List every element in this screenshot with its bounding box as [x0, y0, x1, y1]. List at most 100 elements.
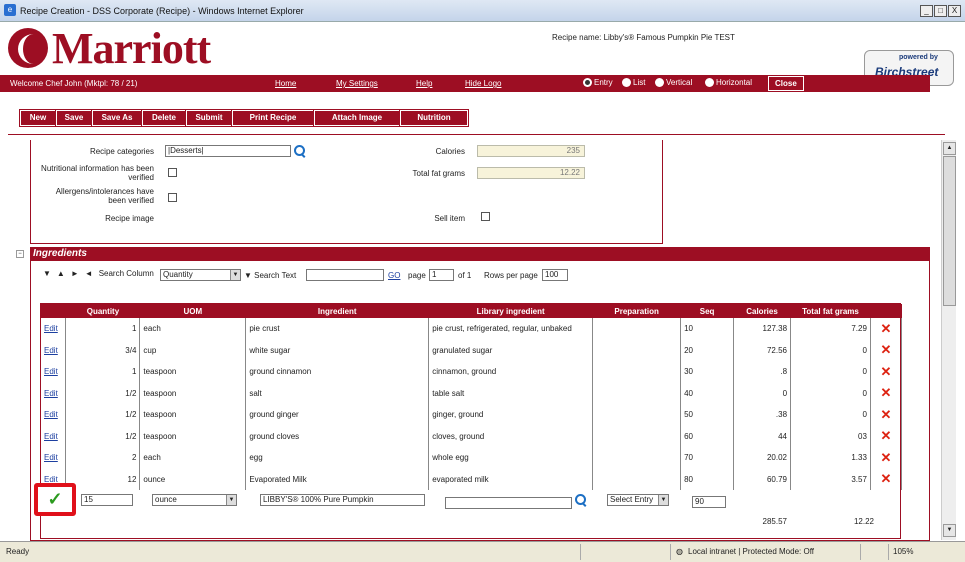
edit-link[interactable]: Edit	[44, 367, 58, 376]
page-input[interactable]: 1	[429, 269, 454, 281]
col-header	[41, 304, 66, 318]
quantity-cell: 12	[65, 468, 141, 490]
ingredient-cell: ground cinnamon	[245, 361, 430, 383]
library-ingredient-cell: cinnamon, ground	[428, 361, 594, 383]
first-page-icon[interactable]: ▼	[43, 269, 51, 278]
col-header-calories[interactable]: Calories	[733, 304, 791, 318]
view-horizontal-radio[interactable]: Horizontal	[705, 78, 752, 87]
edit-link[interactable]: Edit	[44, 453, 58, 462]
search-text-input[interactable]	[306, 269, 384, 281]
edit-link[interactable]: Edit	[44, 346, 58, 355]
uom-cell: teaspoon	[139, 382, 247, 404]
new-preparation-select[interactable]: Select Entry ▼	[607, 494, 669, 506]
scroll-down-icon[interactable]: ▼	[943, 524, 956, 537]
recipe-categories-field[interactable]: |Desserts|	[165, 145, 291, 157]
new-ingredient-input[interactable]: LIBBY'S® 100% Pure Pumpkin	[260, 494, 425, 506]
confirm-checkmark-icon[interactable]: ✓	[34, 483, 76, 516]
close-button[interactable]: Close	[768, 76, 804, 91]
calories-cell: 127.38	[733, 318, 792, 340]
library-ingredient-cell: table salt	[428, 382, 594, 404]
col-header-quantity[interactable]: Quantity	[65, 304, 140, 318]
view-vertical-radio[interactable]: Vertical	[655, 78, 692, 87]
table-row: Edit 2 each egg whole egg 70 20.02 1.33 …	[41, 447, 903, 469]
edit-link[interactable]: Edit	[44, 389, 58, 398]
help-link[interactable]: Help	[416, 79, 432, 88]
zoom-level[interactable]: 105%	[893, 547, 913, 556]
new-seq-input[interactable]: 90	[692, 496, 726, 508]
collapse-icon[interactable]: −	[16, 250, 24, 258]
dropdown-arrow-icon: ▼	[230, 270, 240, 280]
col-header-fat[interactable]: Total fat grams	[790, 304, 871, 318]
col-header-preparation[interactable]: Preparation	[592, 304, 681, 318]
home-link[interactable]: Home	[275, 79, 296, 88]
ingredients-section-header[interactable]: Ingredients	[30, 247, 930, 261]
delete-row-icon[interactable]: ✕	[870, 425, 903, 447]
library-search-icon[interactable]	[575, 494, 587, 506]
minimize-button[interactable]: _	[920, 5, 933, 17]
page-scrollbar[interactable]: ▲ ▼	[941, 140, 956, 540]
save-as-button[interactable]: Save As	[91, 109, 143, 127]
radio-icon	[622, 78, 631, 87]
table-row: Edit 3/4 cup white sugar granulated suga…	[41, 339, 903, 361]
new-button[interactable]: New	[19, 109, 57, 127]
edit-link[interactable]: Edit	[44, 324, 58, 333]
view-list-radio[interactable]: List	[622, 78, 645, 87]
nutrition-verified-checkbox[interactable]	[168, 168, 177, 177]
library-ingredient-cell: granulated sugar	[428, 339, 594, 361]
delete-row-icon[interactable]: ✕	[870, 339, 903, 361]
logo-text: Marriott	[52, 23, 211, 73]
hide-logo-link[interactable]: Hide Logo	[465, 79, 501, 88]
table-row: Edit 1 teaspoon ground cinnamon cinnamon…	[41, 361, 903, 383]
delete-row-icon[interactable]: ✕	[870, 318, 903, 340]
search-column-select[interactable]: Quantity ▼	[160, 269, 241, 281]
delete-button[interactable]: Delete	[141, 109, 187, 127]
delete-row-icon[interactable]: ✕	[870, 468, 903, 490]
quantity-cell: 2	[65, 447, 141, 469]
new-quantity-input[interactable]: 15	[81, 494, 133, 506]
edit-link[interactable]: Edit	[44, 410, 58, 419]
quantity-cell: 1	[65, 361, 141, 383]
col-header-uom[interactable]: UOM	[139, 304, 246, 318]
nutrition-button[interactable]: Nutrition	[399, 109, 469, 127]
edit-link[interactable]: Edit	[44, 432, 58, 441]
radio-selected-icon	[583, 78, 592, 87]
delete-row-icon[interactable]: ✕	[870, 361, 903, 383]
window-titlebar: e Recipe Creation - DSS Corporate (Recip…	[0, 0, 965, 22]
col-header-library[interactable]: Library ingredient	[428, 304, 593, 318]
delete-row-icon[interactable]: ✕	[870, 404, 903, 426]
rows-per-page-input[interactable]: 100	[542, 269, 568, 281]
print-recipe-button[interactable]: Print Recipe	[231, 109, 315, 127]
delete-row-icon[interactable]: ✕	[870, 447, 903, 469]
quantity-cell: 1/2	[65, 404, 141, 426]
col-header-ingredient[interactable]: Ingredient	[245, 304, 429, 318]
preparation-cell	[592, 447, 682, 469]
maximize-button[interactable]: □	[934, 5, 947, 17]
ingredient-cell: ground ginger	[245, 404, 430, 426]
next-page-icon[interactable]: ►	[71, 269, 79, 278]
preparation-cell	[592, 361, 682, 383]
allergens-verified-checkbox[interactable]	[168, 193, 177, 202]
ingredient-cell: ground cloves	[245, 425, 430, 447]
save-button[interactable]: Save	[55, 109, 93, 127]
calories-cell: 44	[733, 425, 792, 447]
attach-image-button[interactable]: Attach Image	[313, 109, 401, 127]
delete-row-icon[interactable]: ✕	[870, 382, 903, 404]
go-link[interactable]: GO	[388, 271, 400, 280]
quantity-cell: 1/2	[65, 382, 141, 404]
uom-cell: cup	[139, 339, 247, 361]
my-settings-link[interactable]: My Settings	[336, 79, 378, 88]
new-library-input[interactable]	[445, 497, 572, 509]
scroll-thumb[interactable]	[943, 156, 956, 306]
col-header-seq[interactable]: Seq	[680, 304, 734, 318]
last-page-icon[interactable]: ◄	[85, 269, 93, 278]
sell-item-checkbox[interactable]	[481, 212, 490, 221]
submit-button[interactable]: Submit	[185, 109, 233, 127]
security-zone: Local intranet | Protected Mode: Off	[688, 547, 814, 556]
close-window-button[interactable]: X	[948, 5, 961, 17]
view-entry-radio[interactable]: Entry	[583, 78, 613, 87]
scroll-up-icon[interactable]: ▲	[943, 142, 956, 155]
new-uom-select[interactable]: ounce ▼	[152, 494, 237, 506]
dropdown-arrow-icon: ▼	[226, 495, 236, 505]
prev-page-icon[interactable]: ▲	[57, 269, 65, 278]
search-icon[interactable]	[294, 145, 306, 157]
